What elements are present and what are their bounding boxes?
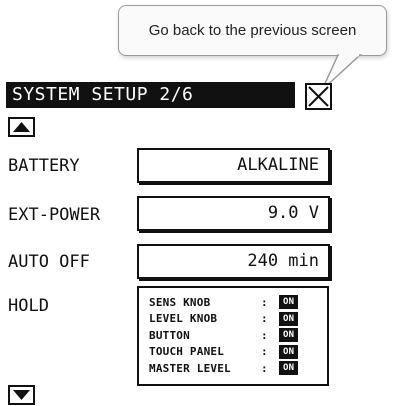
screen-title: SYSTEM SETUP 2/6	[6, 82, 295, 108]
close-button[interactable]	[305, 83, 332, 110]
callout-tooltip: Go back to the previous screen	[118, 5, 387, 56]
scroll-down-button[interactable]	[8, 385, 35, 405]
hold-item-button: BUTTON : ON	[149, 327, 327, 344]
hold-item-state: ON	[279, 328, 299, 343]
ext-power-value[interactable]: 9.0 V	[137, 196, 330, 231]
auto-off-value[interactable]: 240 min	[137, 244, 330, 279]
hold-item-touch-panel: TOUCH PANEL : ON	[149, 344, 327, 361]
hold-item-sens-knob: SENS KNOB : ON	[149, 294, 327, 311]
ext-power-label: EXT-POWER	[8, 205, 101, 225]
hold-label: HOLD	[8, 296, 49, 316]
hold-item-state: ON	[279, 344, 299, 359]
hold-item-level-knob: LEVEL KNOB : ON	[149, 311, 327, 328]
hold-item-colon: :	[261, 361, 268, 375]
hold-settings-box[interactable]: SENS KNOB : ON LEVEL KNOB : ON BUTTON : …	[137, 286, 329, 386]
hold-item-name: SENS KNOB	[149, 295, 211, 309]
hold-item-state: ON	[279, 295, 299, 310]
hold-item-master-level: MASTER LEVEL : ON	[149, 360, 327, 377]
close-icon	[308, 86, 329, 107]
hold-item-state: ON	[279, 361, 299, 376]
hold-item-state: ON	[279, 311, 299, 326]
hold-item-colon: :	[261, 328, 268, 342]
battery-value[interactable]: ALKALINE	[137, 148, 330, 183]
hold-item-name: LEVEL KNOB	[149, 312, 218, 326]
hold-item-name: TOUCH PANEL	[149, 345, 225, 359]
arrow-up-icon	[13, 122, 30, 132]
arrow-down-icon	[13, 390, 30, 400]
hold-item-colon: :	[261, 345, 268, 359]
auto-off-label: AUTO OFF	[8, 252, 90, 272]
callout-text: Go back to the previous screen	[148, 22, 357, 39]
hold-item-name: BUTTON	[149, 328, 190, 342]
hold-item-colon: :	[261, 312, 268, 326]
hold-item-name: MASTER LEVEL	[149, 361, 231, 375]
scroll-up-button[interactable]	[8, 117, 35, 137]
hold-item-colon: :	[261, 295, 268, 309]
battery-label: BATTERY	[8, 156, 80, 176]
